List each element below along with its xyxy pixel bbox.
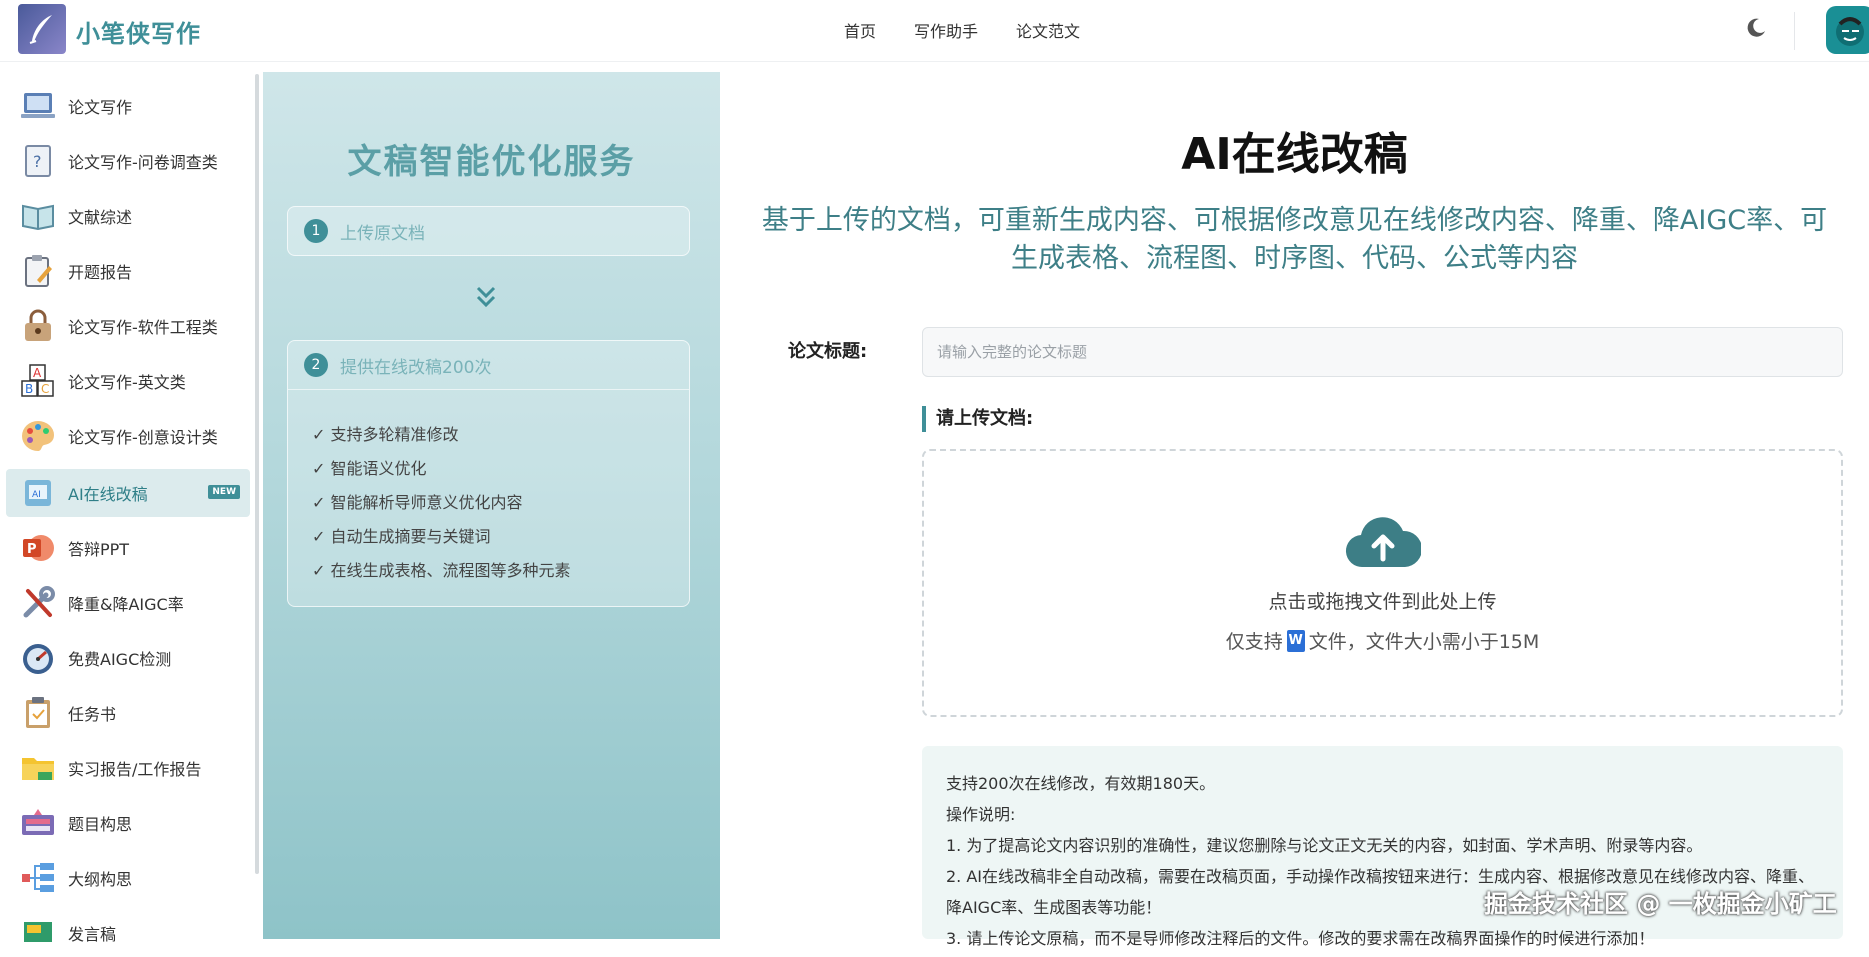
top-header: 小笔侠写作 首页 写作助手 论文范文	[0, 0, 1869, 62]
page-title: AI在线改稿	[1181, 129, 1408, 180]
sidebar-item-literature-review[interactable]: 文献综述	[6, 192, 250, 240]
header-divider	[1794, 12, 1795, 50]
paper-title-input[interactable]	[922, 327, 1843, 377]
feature-item: ✓ 智能解析导师意义优化内容	[312, 493, 523, 512]
community-watermark: 掘金技术社区 @ 一枚掘金小矿工	[1484, 890, 1837, 918]
ai-doc-icon: AI	[25, 480, 51, 506]
upload-instruction: 点击或拖拽文件到此处上传	[1268, 591, 1497, 613]
sidebar-item-label: 文献综述	[68, 208, 133, 227]
speech-board-icon	[24, 922, 52, 942]
feature-item: ✓ 支持多轮精准修改	[312, 425, 459, 444]
avatar-face-icon	[1836, 17, 1864, 46]
palette-icon	[22, 421, 54, 451]
sidebar-item-internship-report[interactable]: 实习报告/工作报告	[6, 744, 250, 792]
step-1-box: 1 上传原文档	[287, 206, 690, 256]
upload-sub-suffix: 文件，文件大小需小于15M	[1308, 631, 1540, 653]
clipboard-pen-icon	[25, 255, 52, 287]
brand-name[interactable]: 小笔侠写作	[76, 14, 201, 49]
svg-text:B: B	[25, 382, 33, 396]
laptop-icon	[21, 93, 55, 118]
nav-writing-assistant[interactable]: 写作助手	[914, 18, 978, 42]
page-subtitle: 基于上传的文档，可重新生成内容、可根据修改意见在线修改内容、降重、降AIGC率、…	[761, 205, 1828, 274]
sidebar-item-topic-ideas[interactable]: 题目构思	[6, 799, 250, 847]
note-line: 操作说明:	[946, 805, 1016, 824]
quill-icon	[29, 15, 52, 44]
feature-item: ✓ 智能语义优化	[312, 459, 427, 478]
word-file-icon: W	[1286, 629, 1305, 652]
upload-dropzone[interactable]: 点击或拖拽文件到此处上传 仅支持 W 文件，文件大小需小于15M	[922, 449, 1843, 717]
lock-icon	[25, 309, 51, 341]
sidebar-item-task-book[interactable]: 任务书	[6, 689, 250, 737]
sidebar-item-label: 答辩PPT	[68, 540, 130, 559]
moon-icon[interactable]	[1744, 16, 1768, 40]
sidebar-item-defense-ppt[interactable]: P 答辩PPT	[6, 524, 250, 572]
clipboard-icon	[26, 697, 50, 728]
top-nav: 首页 写作助手 论文范文	[844, 18, 1080, 42]
upload-file-requirement: 仅支持 W 文件，文件大小需小于15M	[924, 627, 1841, 654]
sidebar-item-english[interactable]: ABC 论文写作-英文类	[6, 357, 250, 405]
sidebar-item-label: 降重&降AIGC率	[68, 595, 184, 614]
sidebar-item-proposal[interactable]: 开题报告	[6, 247, 250, 295]
sidebar-item-creative-design[interactable]: 论文写作-创意设计类	[6, 412, 250, 460]
sidebar-item-label: 论文写作-软件工程类	[68, 318, 218, 337]
step-2-label: 提供在线改稿200次	[340, 357, 492, 378]
sidebar-item-label: 论文写作-英文类	[68, 373, 186, 392]
step-2-box: 2 提供在线改稿200次 ✓ 支持多轮精准修改 ✓ 智能语义优化 ✓ 智能解析导…	[287, 340, 690, 607]
abc-blocks-icon: AB C	[21, 364, 54, 397]
sidebar-item-software-engineering[interactable]: 论文写作-软件工程类	[6, 302, 250, 350]
sidebar-item-label: 免费AIGC检测	[68, 650, 172, 669]
feature-item: ✓ 自动生成摘要与关键词	[312, 527, 491, 546]
nav-home[interactable]: 首页	[844, 18, 876, 42]
step-2-number: 2	[304, 353, 328, 377]
sidebar-item-label: 实习报告/工作报告	[68, 760, 202, 779]
user-avatar[interactable]	[1826, 6, 1869, 54]
sidebar-item-paper-writing[interactable]: 论文写作	[6, 82, 250, 130]
gauge-icon	[23, 644, 53, 674]
cloud-upload-icon	[1346, 517, 1421, 568]
service-panel-title: 文稿智能优化服务	[347, 142, 636, 182]
sidebar-item-label: 论文写作-问卷调查类	[68, 153, 218, 172]
sidebar-item-outline[interactable]: 大纲构思	[6, 854, 250, 902]
upload-sub-prefix: 仅支持	[1225, 631, 1283, 653]
sidebar-item-label: 题目构思	[68, 815, 133, 834]
ideas-board-icon	[22, 809, 54, 835]
sidebar-item-label: 大纲构思	[68, 870, 133, 889]
sidebar-item-label: 任务书	[68, 705, 117, 724]
sidebar-item-label: 发言稿	[68, 925, 117, 944]
note-line: 支持200次在线修改，有效期180天。	[946, 774, 1216, 793]
sidebar-item-aigc-detection[interactable]: 免费AIGC检测	[6, 634, 250, 682]
sidebar-item-label: 论文写作	[68, 98, 133, 117]
sidebar-item-questionnaire[interactable]: ? 论文写作-问卷调查类	[6, 137, 250, 185]
tools-icon	[23, 586, 55, 618]
svg-text:C: C	[41, 382, 49, 396]
powerpoint-icon: P	[23, 535, 54, 561]
folder-icon	[22, 758, 54, 780]
svg-text:?: ?	[33, 152, 42, 171]
sidebar-scrollbar[interactable]	[255, 74, 259, 874]
upload-label: 请上传文档:	[922, 406, 1033, 432]
question-doc-icon: ?	[25, 145, 51, 177]
step-1-number: 1	[304, 219, 328, 243]
sidebar-item-label: 论文写作-创意设计类	[68, 428, 218, 447]
sidebar-item-label: AI在线改稿	[68, 485, 148, 504]
paper-title-label: 论文标题:	[788, 341, 868, 362]
step-1-label: 上传原文档	[340, 223, 425, 244]
nav-paper-samples[interactable]: 论文范文	[1016, 18, 1080, 42]
sidebar-item-plagiarism-reduction[interactable]: 降重&降AIGC率	[6, 579, 250, 627]
new-badge: NEW	[208, 485, 240, 499]
service-panel: 文稿智能优化服务 1 上传原文档 2 提供在线改稿200次 ✓ 支持多轮精准修改…	[263, 72, 720, 939]
brand-logo[interactable]	[18, 4, 66, 54]
svg-text:A: A	[33, 366, 42, 380]
svg-text:P: P	[27, 542, 37, 557]
sidebar-item-label: 开题报告	[68, 263, 133, 282]
outline-tree-icon	[22, 863, 54, 892]
book-icon	[22, 204, 54, 230]
feature-item: ✓ 在线生成表格、流程图等多种元素	[312, 561, 571, 580]
feature-list: ✓ 支持多轮精准修改 ✓ 智能语义优化 ✓ 智能解析导师意义优化内容 ✓ 自动生…	[288, 389, 689, 606]
svg-text:AI: AI	[32, 490, 41, 500]
note-line: 1. 为了提高论文内容识别的准确性，建议您删除与论文正文无关的内容，如封面、学术…	[946, 836, 1703, 855]
sidebar-item-speech[interactable]: 发言稿	[6, 909, 250, 957]
double-chevron-down-icon	[476, 286, 496, 308]
sidebar-item-ai-revision[interactable]: AI AI在线改稿 NEW	[6, 469, 250, 517]
